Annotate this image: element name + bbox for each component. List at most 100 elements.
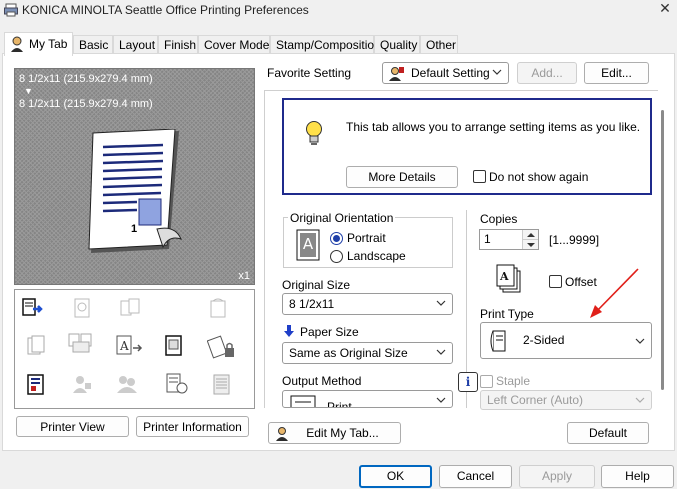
tab-my-tab[interactable]: My Tab [4, 32, 73, 56]
close-icon[interactable]: ✕ [657, 0, 673, 18]
preview-paper-original: 8 1/2x11 (215.9x279.4 mm) [19, 73, 153, 85]
lightbulb-icon [306, 121, 322, 145]
arrow-down-icon [284, 325, 294, 337]
chevron-down-icon [492, 69, 502, 75]
tab-other[interactable]: Other [420, 35, 458, 55]
chevron-down-icon [436, 349, 446, 355]
staple-position-select[interactable]: Left Corner (Auto) [480, 390, 652, 410]
tab-label: Basic [79, 38, 109, 52]
help-button[interactable]: Help [601, 465, 674, 488]
chevron-down-icon [635, 397, 645, 403]
two-sided-icon [490, 330, 506, 352]
paper-size-select[interactable]: Same as Original Size [282, 342, 453, 364]
orientation-title: Original Orientation [288, 211, 396, 225]
print-type-select[interactable]: 2-Sided [480, 322, 652, 359]
tab-label: Quality [380, 38, 418, 52]
booklet-icon[interactable] [25, 334, 47, 356]
settings-scrollbar[interactable] [658, 90, 667, 408]
more-details-button[interactable]: More Details [346, 166, 458, 188]
landscape-radio[interactable] [330, 250, 343, 263]
tab-label: My Tab [29, 37, 68, 51]
copies-range: [1...9999] [549, 233, 600, 247]
printer-information-button[interactable]: Printer Information [136, 416, 249, 437]
add-favorite-button[interactable]: Add... [517, 62, 577, 84]
scrollbar-thumb[interactable] [661, 110, 664, 390]
tab-strip: My Tab Basic Layout Finish Cover Mode St… [2, 32, 675, 56]
printer-view-button[interactable]: Printer View [16, 416, 129, 437]
portrait-label: Portrait [347, 231, 386, 245]
tab-label: Stamp/Composition [276, 38, 381, 52]
paper-size-value: Same as Original Size [289, 346, 408, 360]
apply-button[interactable]: Apply [519, 465, 595, 488]
tab-finish[interactable]: Finish [158, 35, 198, 55]
rotate-icon[interactable] [207, 297, 229, 319]
annotation-arrow-icon [590, 268, 639, 318]
preview-paper-output: 8 1/2x11 (215.9x279.4 mm) [19, 98, 153, 110]
do-not-show-label: Do not show again [489, 170, 589, 184]
copies-spinner[interactable]: 1 [479, 229, 539, 250]
tab-basic[interactable]: Basic [73, 35, 113, 55]
favorite-setting-value: Default Setting [411, 66, 490, 80]
paper-size-label: Paper Size [300, 325, 359, 339]
ok-button[interactable]: OK [359, 465, 432, 488]
form-overlay-icon[interactable] [165, 373, 191, 395]
tab-layout[interactable]: Layout [113, 35, 158, 55]
tab-label: Other [426, 38, 457, 52]
chevron-down-icon [436, 397, 446, 403]
edit-favorite-button[interactable]: Edit... [584, 62, 649, 84]
account-track-icon[interactable] [115, 373, 141, 395]
header-footer-icon[interactable] [211, 373, 233, 395]
svg-text:A: A [499, 270, 509, 283]
offset-checkbox[interactable] [549, 275, 562, 288]
user-icon [276, 427, 288, 441]
tab-label: Finish [164, 38, 197, 52]
original-size-select[interactable]: 8 1/2x11 [282, 293, 453, 315]
spin-down-icon [527, 243, 535, 247]
print-type-label: Print Type [480, 307, 534, 321]
tab-cover-mode[interactable]: Cover Mode [198, 35, 270, 55]
staple-info-icon[interactable]: i [458, 372, 478, 392]
favorite-setting-select[interactable]: Default Setting [382, 62, 509, 84]
tab-quality[interactable]: Quality [374, 35, 420, 55]
default-button[interactable]: Default [567, 422, 649, 444]
print-preview: 8 1/2x11 (215.9x279.4 mm) ▼ 8 1/2x11 (21… [14, 68, 255, 285]
landscape-label: Landscape [347, 249, 406, 263]
printer-app-icon [4, 3, 18, 17]
original-size-value: 8 1/2x11 [289, 297, 335, 311]
original-size-label: Original Size [282, 278, 351, 292]
tab-label: Layout [119, 38, 156, 52]
copies-indicator: x1 [238, 270, 250, 282]
output-method-value: Print [327, 400, 352, 408]
favorite-icon [389, 67, 404, 81]
preview-arrow: ▼ [24, 86, 33, 96]
multi-page-icon[interactable] [67, 332, 93, 354]
svg-text:A: A [119, 339, 129, 353]
output-method-select[interactable]: Print [282, 390, 453, 408]
user-icon [11, 36, 23, 52]
copies-up-button[interactable] [522, 230, 538, 240]
staple-checkbox[interactable] [480, 375, 493, 388]
chevron-down-icon [635, 338, 645, 344]
watermark-icon[interactable] [163, 334, 185, 356]
user-auth-icon[interactable] [71, 373, 93, 395]
info-box: This tab allows you to arrange setting i… [282, 98, 652, 195]
tab-label: Cover Mode [204, 38, 270, 52]
do-not-show-checkbox[interactable] [473, 170, 486, 183]
info-message: This tab allows you to arrange setting i… [346, 120, 641, 134]
edit-my-tab-button[interactable]: Edit My Tab... [268, 422, 401, 444]
tab-stamp-composition[interactable]: Stamp/Composition [270, 35, 381, 55]
offset-stack-icon: A [496, 264, 521, 293]
copies-down-button[interactable] [522, 240, 538, 249]
original-size-icon[interactable] [21, 297, 43, 319]
stamp-icon[interactable] [25, 373, 47, 395]
print-icon [290, 395, 316, 407]
zoom-icon[interactable] [71, 297, 93, 319]
secure-print-icon[interactable] [207, 332, 237, 360]
window-title: KONICA MINOLTA Seattle Office Printing P… [22, 3, 309, 17]
portrait-radio[interactable] [330, 232, 343, 245]
cancel-button[interactable]: Cancel [439, 465, 512, 488]
combination-icon[interactable] [119, 297, 141, 319]
staple-position-value: Left Corner (Auto) [487, 393, 584, 407]
font-icon[interactable]: A [115, 334, 143, 356]
chevron-down-icon [436, 300, 446, 306]
